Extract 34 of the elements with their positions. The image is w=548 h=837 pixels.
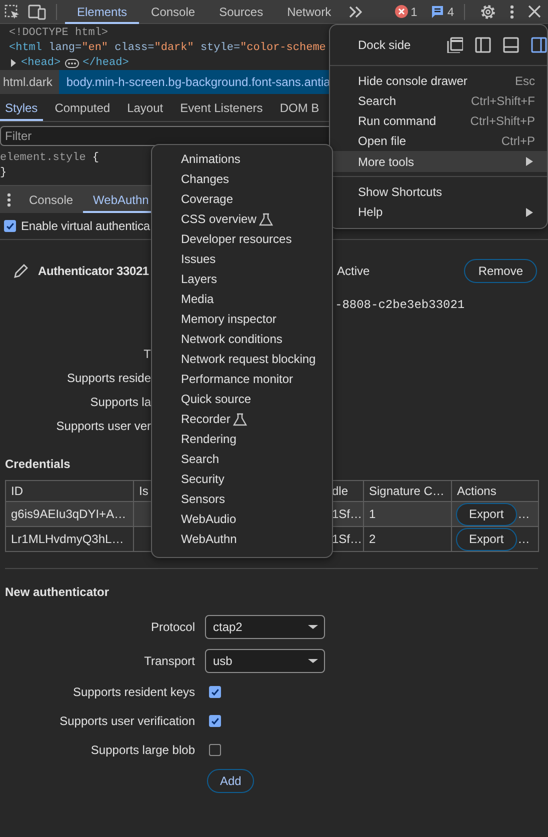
table-cell: g6is9AEIu3qDYI+A…: [11, 507, 126, 521]
overflow-text: …: [518, 532, 530, 546]
field-label: Supports user verification: [58, 714, 195, 728]
code-text: <head>: [21, 57, 61, 69]
active-label: Active: [336, 264, 371, 278]
authenticator-id: -8808-c2be3eb33021: [335, 298, 465, 312]
table-cell: 1Sf…: [332, 532, 362, 546]
property-label: Supports la: [90, 395, 151, 409]
css-rule-line: element.style {: [0, 151, 100, 166]
shortcut-text: Esc: [514, 74, 535, 88]
field-label: Supports large blob: [90, 743, 195, 757]
property-label: Supports reside: [66, 371, 151, 385]
overflow-text: …: [518, 507, 530, 521]
property-label: Supports user ver: [56, 419, 151, 433]
css-rule-line: }: [0, 166, 7, 181]
code-line: <html lang="en" class="dark" style="color-scheme: [9, 41, 326, 56]
shortcut-text: Ctrl+Shift+P: [470, 114, 535, 128]
checkbox-label: Enable virtual authentica: [21, 219, 150, 233]
code-line: <!DOCTYPE html>: [9, 26, 108, 41]
field-label: Protocol: [150, 620, 195, 634]
field-label: Transport: [143, 654, 195, 668]
section-title: Credentials: [5, 456, 70, 473]
code-text: </head>: [82, 57, 129, 69]
table-cell: 1Sf…: [332, 507, 362, 521]
section-title: New authenticator: [5, 584, 110, 601]
shortcut-text: Ctrl+Shift+F: [470, 94, 535, 108]
authenticator-name: Authenticator 33021: [38, 264, 149, 278]
table-cell: 1: [369, 507, 376, 521]
field-label: Supports resident keys: [72, 685, 195, 699]
table-cell: Lr1MLHvdmyQ3hL…: [11, 532, 124, 546]
menu-label: Dock side: [358, 38, 412, 52]
shortcut-text: Ctrl+P: [501, 134, 535, 148]
property-label: T: [144, 347, 151, 361]
table-cell: 2: [369, 532, 376, 546]
